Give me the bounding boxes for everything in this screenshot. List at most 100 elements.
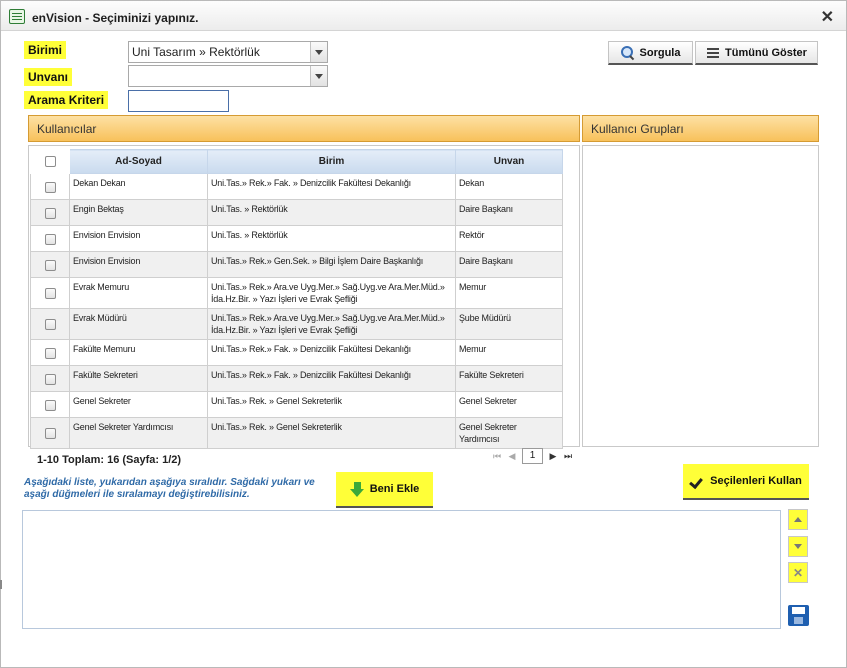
cell-ad-soyad: Genel Sekreter — [69, 391, 208, 418]
cell-birim: Uni.Tas.» Rek.» Gen.Sek. » Bilgi İşlem D… — [207, 251, 456, 278]
birimi-label: Birimi — [24, 41, 67, 59]
edge-marker — [0, 580, 2, 589]
cell-ad-soyad: Engin Bektaş — [69, 199, 208, 226]
secilenleri-kullan-button-label: Seçilenleri Kullan — [710, 475, 802, 487]
row-checkbox[interactable] — [44, 288, 56, 300]
cell-unvan: Şube Müdürü — [455, 308, 563, 340]
cell-birim: Uni.Tas.» Rek.» Ara.ve Uyg.Mer.» Sağ.Uyg… — [207, 308, 456, 340]
page-number-input[interactable]: 1 — [522, 448, 543, 464]
cell-ad-soyad: Evrak Memuru — [69, 277, 208, 309]
move-up-button[interactable] — [788, 509, 808, 530]
column-header-ad-soyad[interactable]: Ad-Soyad — [69, 149, 208, 174]
table-row[interactable]: Evrak Müdürü Uni.Tas.» Rek.» Ara.ve Uyg.… — [30, 308, 563, 340]
table-row[interactable]: Envision Envision Uni.Tas. » Rektörlük R… — [30, 225, 563, 252]
beni-ekle-button[interactable]: Beni Ekle — [336, 472, 433, 508]
arrow-down-small-icon — [794, 544, 802, 549]
row-checkbox[interactable] — [44, 259, 56, 271]
cell-birim: Uni.Tas.» Rek.» Fak. » Denizcilik Fakült… — [207, 365, 456, 392]
column-header-birim[interactable]: Birim — [207, 149, 456, 174]
table-row[interactable]: Engin Bektaş Uni.Tas. » Rektörlük Daire … — [30, 199, 563, 226]
search-icon — [620, 45, 635, 60]
save-icon[interactable] — [788, 605, 809, 626]
cell-birim: Uni.Tas. » Rektörlük — [207, 225, 456, 252]
list-icon — [706, 46, 720, 59]
cell-unvan: Dekan — [455, 173, 563, 200]
cell-ad-soyad: Genel Sekreter Yardımcısı — [69, 417, 208, 449]
remove-x-icon: ✕ — [792, 565, 804, 580]
cell-ad-soyad: Fakülte Memuru — [69, 339, 208, 366]
row-checkbox-cell — [30, 199, 70, 226]
cell-birim: Uni.Tas.» Rek.» Fak. » Denizcilik Fakült… — [207, 339, 456, 366]
table-header-row: Ad-Soyad Birim Unvan — [30, 149, 563, 174]
cell-unvan: Genel Sekreter — [455, 391, 563, 418]
arrow-down-icon — [349, 481, 365, 497]
row-checkbox[interactable] — [44, 233, 56, 245]
row-checkbox[interactable] — [44, 428, 56, 440]
table-row[interactable]: Evrak Memuru Uni.Tas.» Rek.» Ara.ve Uyg.… — [30, 277, 563, 309]
row-checkbox[interactable] — [44, 373, 56, 385]
table-row[interactable]: Envision Envision Uni.Tas.» Rek.» Gen.Se… — [30, 251, 563, 278]
sorgula-button-label: Sorgula — [639, 46, 681, 59]
cell-birim: Uni.Tas.» Rek.» Fak. » Denizcilik Fakült… — [207, 173, 456, 200]
unvani-select[interactable] — [128, 65, 328, 87]
selection-dialog: enVision - Seçiminizi yapınız. ✕ Birimi … — [0, 0, 847, 668]
cell-unvan: Daire Başkanı — [455, 251, 563, 278]
cell-birim: Uni.Tas.» Rek.» Ara.ve Uyg.Mer.» Sağ.Uyg… — [207, 277, 456, 309]
cell-unvan: Memur — [455, 339, 563, 366]
kullanici-gruplari-panel-header: Kullanıcı Grupları — [582, 115, 819, 142]
unvani-dropdown-chevron-icon[interactable] — [310, 66, 327, 86]
selected-users-list[interactable] — [22, 510, 781, 629]
sorgula-button[interactable]: Sorgula — [608, 41, 693, 65]
previous-page-icon[interactable]: ◀ — [505, 449, 519, 463]
row-checkbox[interactable] — [44, 181, 56, 193]
birimi-dropdown-chevron-icon[interactable] — [310, 42, 327, 62]
row-checkbox-cell — [30, 391, 70, 418]
table-row[interactable]: Genel Sekreter Uni.Tas.» Rek. » Genel Se… — [30, 391, 563, 418]
row-checkbox[interactable] — [44, 399, 56, 411]
cell-unvan: Memur — [455, 277, 563, 309]
arama-kriteri-input[interactable] — [128, 90, 229, 112]
row-checkbox-cell — [30, 365, 70, 392]
table-row[interactable]: Fakülte Memuru Uni.Tas.» Rek.» Fak. » De… — [30, 339, 563, 366]
users-table: Ad-Soyad Birim Unvan Dekan Dekan Uni.Tas… — [30, 149, 563, 449]
row-checkbox-cell — [30, 173, 70, 200]
close-icon[interactable]: ✕ — [821, 7, 834, 27]
row-checkbox-cell — [30, 339, 70, 366]
remove-button[interactable]: ✕ — [788, 562, 808, 583]
birimi-select-value: Uni Tasarım » Rektörlük — [132, 45, 260, 59]
next-page-icon[interactable]: ▶ — [546, 449, 560, 463]
select-all-checkbox[interactable] — [44, 155, 56, 167]
arama-kriteri-label: Arama Kriteri — [24, 91, 109, 109]
cell-ad-soyad: Envision Envision — [69, 251, 208, 278]
column-header-unvan[interactable]: Unvan — [455, 149, 563, 174]
beni-ekle-button-label: Beni Ekle — [369, 483, 420, 495]
first-page-icon[interactable]: ⏮ — [490, 449, 504, 463]
pager-info: 1-10 Toplam: 16 (Sayfa: 1/2) — [37, 454, 182, 466]
row-checkbox[interactable] — [44, 207, 56, 219]
cell-birim: Uni.Tas. » Rektörlük — [207, 199, 456, 226]
row-checkbox-cell — [30, 225, 70, 252]
window-title: enVision - Seçiminizi yapınız. — [32, 11, 199, 25]
tumunu-goster-button[interactable]: Tümünü Göster — [695, 41, 818, 65]
table-row[interactable]: Genel Sekreter Yardımcısı Uni.Tas.» Rek.… — [30, 417, 563, 449]
row-checkbox[interactable] — [44, 319, 56, 331]
last-page-icon[interactable]: ⏭ — [561, 449, 575, 463]
birimi-select[interactable]: Uni Tasarım » Rektörlük — [128, 41, 328, 63]
cell-birim: Uni.Tas.» Rek. » Genel Sekreterlik — [207, 417, 456, 449]
kullanici-gruplari-panel — [582, 145, 819, 447]
envision-app-icon — [9, 9, 25, 24]
row-checkbox-cell — [30, 277, 70, 309]
cell-birim: Uni.Tas.» Rek. » Genel Sekreterlik — [207, 391, 456, 418]
cell-unvan: Rektör — [455, 225, 563, 252]
row-checkbox-cell — [30, 308, 70, 340]
row-checkbox[interactable] — [44, 347, 56, 359]
table-row[interactable]: Fakülte Sekreteri Uni.Tas.» Rek.» Fak. »… — [30, 365, 563, 392]
ordering-hint: Aşağıdaki liste, yukarıdan aşağıya sıral… — [24, 477, 315, 500]
cell-ad-soyad: Fakülte Sekreteri — [69, 365, 208, 392]
row-checkbox-cell — [30, 417, 70, 449]
secilenleri-kullan-button[interactable]: Seçilenleri Kullan — [683, 464, 809, 500]
title-bar: enVision - Seçiminizi yapınız. ✕ — [1, 1, 846, 31]
table-row[interactable]: Dekan Dekan Uni.Tas.» Rek.» Fak. » Deniz… — [30, 173, 563, 200]
cell-unvan: Genel Sekreter Yardımcısı — [455, 417, 563, 449]
move-down-button[interactable] — [788, 536, 808, 557]
